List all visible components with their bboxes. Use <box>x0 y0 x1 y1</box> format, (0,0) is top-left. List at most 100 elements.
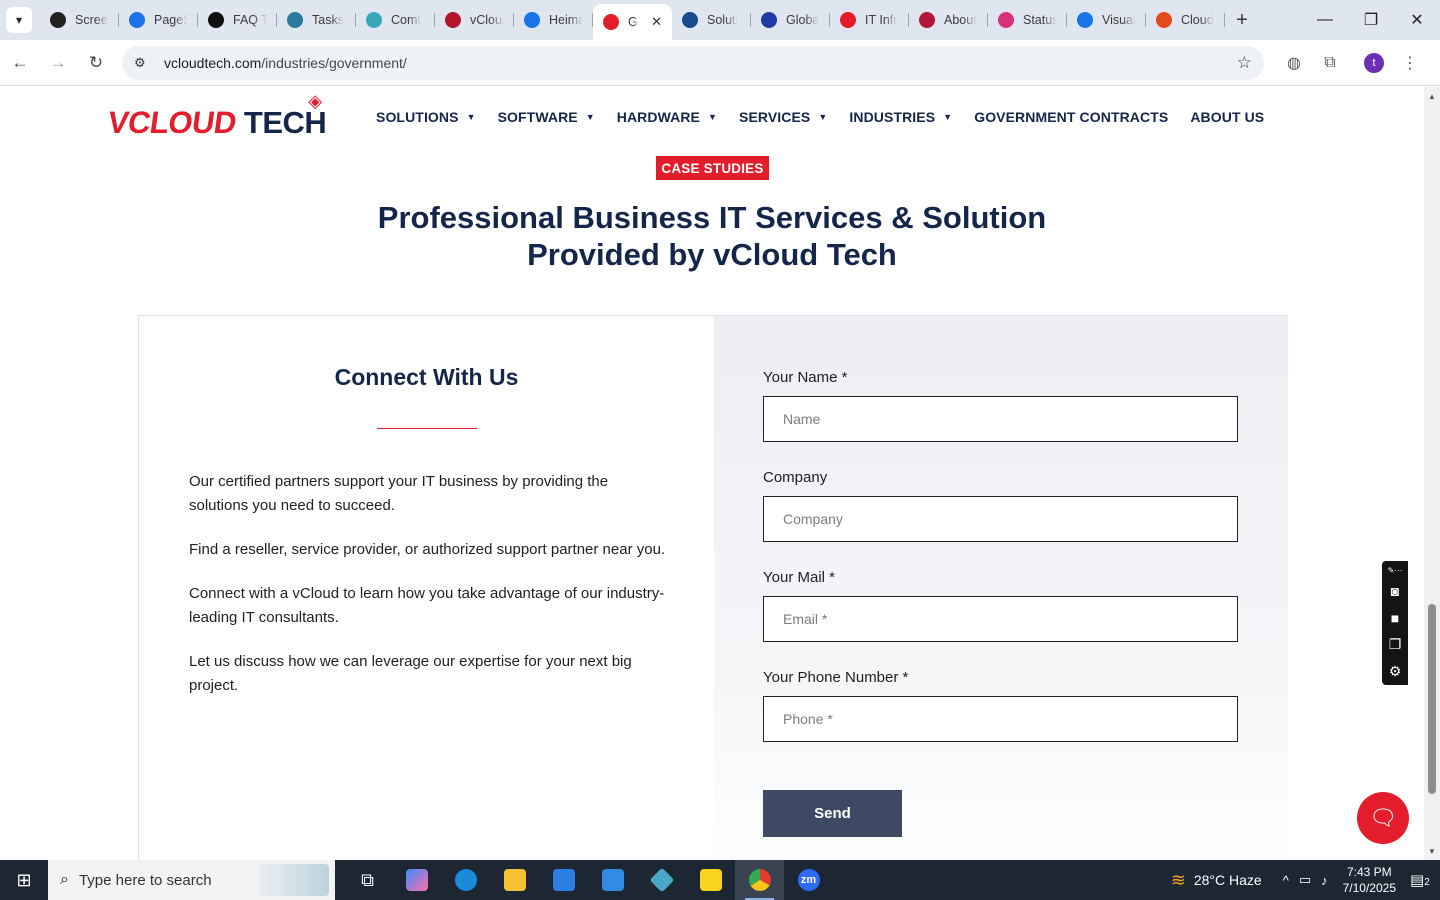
network-icon[interactable]: ▭ <box>1299 872 1311 888</box>
tasks-favicon-icon <box>287 12 303 28</box>
nav-item-solutions[interactable]: SOLUTIONS ▼ <box>376 109 476 125</box>
chrome-icon <box>748 869 771 891</box>
browser-tab[interactable]: About <box>909 0 988 40</box>
weather-widget[interactable]: ≋ 28°C Haze <box>1171 870 1262 891</box>
tab-search-button[interactable]: ▾ <box>6 7 32 33</box>
url-text[interactable]: vcloudtech.com/industries/government/ <box>164 55 407 71</box>
browser-tab[interactable]: IT Infr <box>830 0 909 40</box>
edge-app[interactable] <box>441 860 490 900</box>
page-scrollbar[interactable]: ▲ ▼ <box>1424 87 1440 860</box>
forward-button[interactable]: → <box>40 45 76 81</box>
company-label: Company <box>763 469 828 486</box>
connect-title: Connect With Us <box>334 364 519 390</box>
tab-title: Cloud <box>1181 13 1214 27</box>
browser-tab[interactable]: FAQ T <box>198 0 277 40</box>
window-capture-icon[interactable]: ❐ <box>1389 631 1402 658</box>
file-explorer-app[interactable] <box>490 860 539 900</box>
nav-item-services[interactable]: SERVICES ▼ <box>739 109 827 125</box>
nav-item-hardware[interactable]: HARDWARE ▼ <box>617 109 717 125</box>
show-hidden-icons-chevron-icon[interactable]: ^ <box>1283 873 1289 888</box>
nav-item-industries[interactable]: INDUSTRIES ▼ <box>849 109 952 125</box>
site-info-icon[interactable]: ⚙ <box>134 55 152 71</box>
nav-item-government-contracts[interactable]: GOVERNMENT CONTRACTS <box>974 109 1168 125</box>
nav-item-about-us[interactable]: ABOUT US <box>1190 109 1264 125</box>
windows-taskbar: ⊞ ⌕ Type here to search ⧉ zm ≋ 28°C Haze… <box>0 860 1440 900</box>
browser-tab[interactable]: Visual <box>1067 0 1146 40</box>
headline-line-2: Provided by vCloud Tech <box>527 237 897 272</box>
browser-tab[interactable]: Tasks <box>277 0 356 40</box>
phone-input[interactable] <box>763 696 1238 742</box>
browser-tab[interactable]: Status <box>988 0 1067 40</box>
headline-line-1: Professional Business IT Services & Solu… <box>377 200 1047 235</box>
browser-tab[interactable]: Comt <box>356 0 435 40</box>
restore-button[interactable]: ❐ <box>1348 0 1394 40</box>
mail-app[interactable] <box>588 860 637 900</box>
vcloud-favicon-icon <box>445 12 461 28</box>
nav-item-label: GOVERNMENT CONTRACTS <box>974 109 1169 125</box>
phone-label: Your Phone Number * <box>763 669 909 686</box>
bookmark-star-icon[interactable]: ☆ <box>1237 53 1252 73</box>
sticky-notes-app[interactable] <box>686 860 735 900</box>
reload-button[interactable]: ↻ <box>78 45 114 81</box>
email-input[interactable] <box>763 596 1238 642</box>
vcloudtech-logo[interactable]: VCLOUD TECH ◈ <box>105 91 327 141</box>
status-favicon-icon <box>998 12 1014 28</box>
tab-title: Tasks <box>312 13 344 27</box>
name-input[interactable] <box>763 396 1238 442</box>
pulse-favicon-icon <box>1077 12 1093 28</box>
new-tab-button[interactable]: + <box>1227 5 1257 35</box>
company-input[interactable] <box>763 496 1238 542</box>
translate-icon[interactable]: ◍ <box>1276 45 1312 81</box>
back-button[interactable]: ← <box>2 45 38 81</box>
camera-icon[interactable]: ◙ <box>1391 577 1399 604</box>
tab-title: Heima <box>549 13 583 27</box>
zoom-app[interactable]: zm <box>784 860 833 900</box>
volume-icon[interactable]: ♪ <box>1321 873 1328 888</box>
zoom-icon: zm <box>797 869 820 891</box>
task-view-button[interactable]: ⧉ <box>343 860 392 900</box>
address-bar[interactable]: ⚙ vcloudtech.com/industries/government/ … <box>122 45 1264 80</box>
settings-gear-icon[interactable]: ⚙ <box>1389 658 1402 685</box>
chrome-app[interactable] <box>735 860 784 900</box>
clock[interactable]: 7:43 PM 7/10/2025 <box>1343 864 1396 896</box>
browser-tab[interactable]: Globa <box>751 0 830 40</box>
chat-widget-button[interactable]: 🗨 <box>1357 792 1409 844</box>
store-app[interactable] <box>539 860 588 900</box>
video-icon[interactable]: ■ <box>1391 604 1399 631</box>
browser-tab[interactable]: Heima <box>514 0 593 40</box>
browser-tab-active[interactable]: G ✕ <box>593 4 672 40</box>
minimize-button[interactable]: — <box>1302 0 1348 40</box>
scrollbar-thumb[interactable] <box>1428 604 1436 794</box>
tab-title: Status <box>1023 13 1057 27</box>
scroll-up-arrow-icon[interactable]: ▲ <box>1424 89 1440 103</box>
browser-tab[interactable]: Screen <box>40 0 119 40</box>
close-tab-icon[interactable]: ✕ <box>651 14 662 30</box>
app-diamond[interactable] <box>637 860 686 900</box>
scroll-down-arrow-icon[interactable]: ▼ <box>1424 844 1440 858</box>
tab-title: vCloud <box>470 13 504 27</box>
copilot-app[interactable] <box>392 860 441 900</box>
system-tray: ≋ 28°C Haze ^ ▭ ♪ 7:43 PM 7/10/2025 ▤2 <box>1171 860 1440 900</box>
connect-paragraph: Connect with a vCloud to learn how you t… <box>189 585 665 626</box>
notification-center-button[interactable]: ▤2 <box>1410 871 1440 889</box>
pin-icon[interactable]: ✎⋯ <box>1388 563 1403 577</box>
start-button[interactable]: ⊞ <box>0 860 48 900</box>
connect-paragraphs: Our certified partners support your IT b… <box>189 470 669 718</box>
browser-tab[interactable]: Soluti <box>672 0 751 40</box>
profile-button[interactable]: t <box>1356 45 1392 81</box>
tag-favicon-icon <box>840 12 856 28</box>
logo-vcloud-text: VCLOUD <box>105 105 239 140</box>
taskbar-search[interactable]: ⌕ Type here to search <box>48 860 335 900</box>
sticky-notes-icon <box>699 869 722 891</box>
send-button[interactable]: Send <box>763 790 902 837</box>
nav-item-software[interactable]: SOFTWARE ▼ <box>498 109 595 125</box>
browser-menu-icon[interactable]: ⋮ <box>1392 45 1428 81</box>
browser-tab[interactable]: vCloud <box>435 0 514 40</box>
browser-tab[interactable]: PageSpeed <box>119 0 198 40</box>
case-studies-badge[interactable]: CASE STUDIES <box>656 156 769 180</box>
x-favicon-icon <box>761 12 777 28</box>
search-placeholder: Type here to search <box>78 871 212 889</box>
browser-tab[interactable]: Cloud <box>1146 0 1225 40</box>
close-window-button[interactable]: ✕ <box>1394 0 1440 40</box>
extensions-icon[interactable]: ⧉ <box>1312 45 1348 81</box>
